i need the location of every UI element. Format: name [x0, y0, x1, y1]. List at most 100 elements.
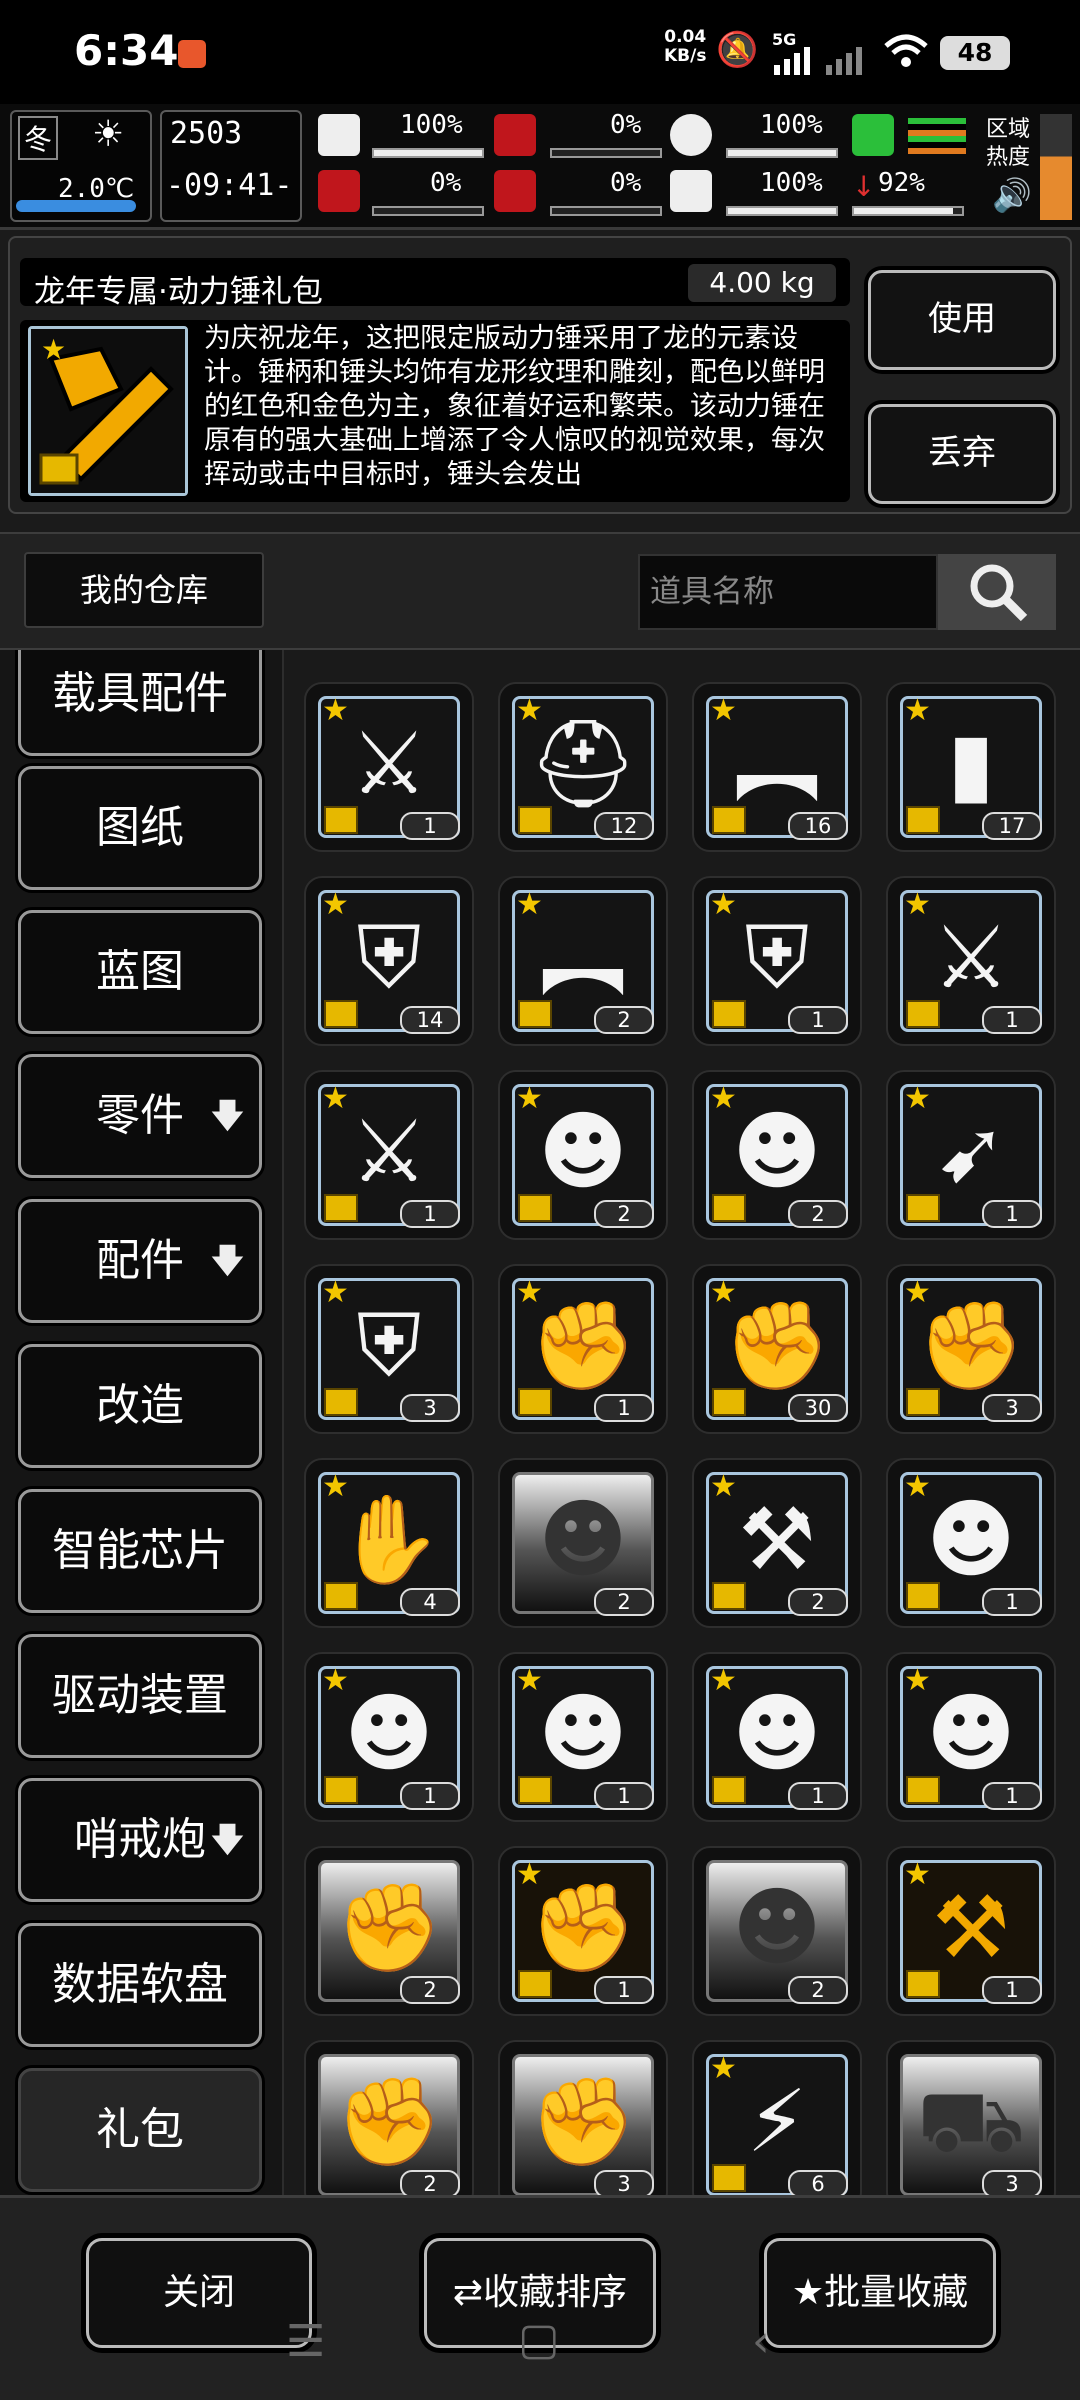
inventory-item[interactable]: ⚔ ★ 1 — [304, 682, 474, 852]
inventory-item[interactable]: ⛑ ★ 12 — [498, 682, 668, 852]
item-count: 1 — [400, 1782, 460, 1810]
status-bar: 6:34 0.04 KB/s 🔕 5G 48 — [0, 0, 1080, 104]
item-count: 17 — [982, 812, 1042, 840]
category-label: 礼包 — [96, 2104, 184, 2155]
inventory-item[interactable]: ⛨ ★ 3 — [304, 1264, 474, 1434]
category-item[interactable]: 零件 🡇 — [18, 1054, 262, 1178]
inventory-item[interactable]: ☻ 2 — [498, 1458, 668, 1628]
infection-value: 0% — [430, 168, 462, 198]
back-nav-icon[interactable]: ‹ — [752, 2316, 770, 2367]
inventory-item[interactable]: ⚔ ★ 1 — [304, 1070, 474, 1240]
item-count: 1 — [788, 1782, 848, 1810]
close-button[interactable]: 关闭 — [86, 2238, 312, 2348]
inventory-item[interactable]: ✊ ★ 30 — [692, 1264, 862, 1434]
item-grid[interactable]: ⚔ ★ 1 ⛑ ★ 12 ︻ ★ 16 ▮ ★ 17 ⛨ ★ 14 ︻ ★ 2 ⛨ ★ 1 ⚔ ★ 1 ⚔ ★ 1 ☻ ★ 2 ☻ ★ 2 ➹ ★ 1… — [282, 650, 1080, 2195]
favorite-star-icon: ★ — [710, 693, 737, 728]
batch-favorite-button[interactable]: ★批量收藏 — [764, 2238, 996, 2348]
inventory-item[interactable]: ☻ ★ 1 — [886, 1458, 1056, 1628]
game-clock: -09:41- — [166, 168, 293, 203]
discard-button[interactable]: 丢弃 — [868, 404, 1056, 504]
game-hud: 冬 ☀ 2.0℃ 2503 -09:41- 100% 0% 0% 0% 100%… — [0, 104, 1080, 230]
blood-bar — [550, 206, 662, 216]
inventory-item[interactable]: ⛟ 3 — [886, 2040, 1056, 2195]
inventory-item[interactable]: ✊ ★ 3 — [886, 1264, 1056, 1434]
inventory-item[interactable]: ✊ 3 — [498, 2040, 668, 2195]
category-item[interactable]: 图纸 — [18, 766, 262, 890]
inventory-item[interactable]: ▮ ★ 17 — [886, 682, 1056, 852]
favorite-star-icon: ★ — [710, 1469, 737, 1504]
inventory-item[interactable]: ✊ 2 — [304, 2040, 474, 2195]
inventory-item[interactable]: ✊ 2 — [304, 1846, 474, 2016]
search-button[interactable] — [938, 554, 1056, 630]
category-item[interactable]: 智能芯片 — [18, 1489, 262, 1613]
category-item[interactable]: 礼包 — [18, 2068, 262, 2192]
day-counter: 2503 — [170, 116, 243, 151]
item-count: 3 — [982, 1394, 1042, 1422]
warehouse-header: 我的仓库 道具名称 — [0, 532, 1080, 650]
favorite-star-icon: ★ — [516, 1663, 543, 1698]
net-speed-value: 0.04 — [664, 27, 707, 47]
speaker-icon[interactable]: 🔊 — [992, 176, 1032, 214]
inventory-item[interactable]: ︻ ★ 2 — [498, 876, 668, 1046]
item-count: 3 — [982, 2170, 1042, 2195]
gift-box-icon — [712, 1194, 746, 1222]
category-item[interactable]: 数据软盘 — [18, 1923, 262, 2047]
item-count: 3 — [594, 2170, 654, 2195]
inventory-item[interactable]: ☻ 2 — [692, 1846, 862, 2016]
inventory-item[interactable]: ☻ ★ 2 — [498, 1070, 668, 1240]
inventory-item[interactable]: ✋ ★ 4 — [304, 1458, 474, 1628]
home-nav-icon[interactable]: ▢ — [518, 2314, 560, 2365]
net-speed: 0.04 KB/s — [664, 28, 706, 66]
category-item[interactable]: 载具配件 — [18, 650, 262, 756]
inventory-item[interactable]: ⛨ ★ 1 — [692, 876, 862, 1046]
favorite-star-icon: ★ — [904, 1857, 931, 1892]
category-label: 图纸 — [96, 802, 184, 853]
category-sidebar[interactable]: 载具配件 图纸 蓝图 零件 🡇 配件 🡇 改造 智能芯片 驱动装置 哨戒炮 🡇 数据软盘 礼包 — [0, 650, 282, 2195]
inventory-item[interactable]: ︻ ★ 16 — [692, 682, 862, 852]
search-input[interactable]: 道具名称 — [638, 554, 938, 630]
category-item[interactable]: 改造 — [18, 1344, 262, 1468]
sun-icon: ☀ — [92, 114, 125, 155]
item-count: 1 — [982, 1200, 1042, 1228]
stomach-icon — [494, 114, 536, 156]
inventory-item[interactable]: ☻ ★ 1 — [498, 1652, 668, 1822]
category-item[interactable]: 蓝图 — [18, 910, 262, 1034]
category-item[interactable]: 配件 🡇 — [18, 1199, 262, 1323]
bottom-action-bar: 关闭 ⇄收藏排序 ★批量收藏 ☰ ▢ ‹ — [0, 2195, 1080, 2400]
inventory-item[interactable]: ⚡ ★ 6 — [692, 2040, 862, 2195]
inventory-item[interactable]: ☻ ★ 1 — [304, 1652, 474, 1822]
inventory-item[interactable]: ⛨ ★ 14 — [304, 876, 474, 1046]
stamina-bar — [852, 206, 964, 216]
favorite-star-icon: ★ — [322, 1275, 349, 1310]
item-count: 1 — [982, 1976, 1042, 2004]
inventory-item[interactable]: ☻ ★ 1 — [692, 1652, 862, 1822]
gift-box-icon — [906, 806, 940, 834]
inventory-item[interactable]: ✊ ★ 1 — [498, 1846, 668, 2016]
inventory-item[interactable]: ⚒ ★ 1 — [886, 1846, 1056, 2016]
stomach-value: 0% — [610, 110, 642, 140]
expand-arrow-icon: 🡇 — [210, 1096, 245, 1136]
virus-icon — [318, 170, 360, 212]
water-bottle-icon — [670, 114, 712, 156]
inventory-item[interactable]: ☻ ★ 1 — [886, 1652, 1056, 1822]
use-button[interactable]: 使用 — [868, 270, 1056, 370]
category-item[interactable]: 哨戒炮 🡇 — [18, 1778, 262, 1902]
item-glyph: ✊ — [335, 1878, 443, 1978]
favorite-star-icon: ★ — [710, 1663, 737, 1698]
warehouse-tab[interactable]: 我的仓库 — [24, 552, 264, 628]
inventory-item[interactable]: ⚔ ★ 1 — [886, 876, 1056, 1046]
inventory-item[interactable]: ⚒ ★ 2 — [692, 1458, 862, 1628]
inventory-item[interactable]: ➹ ★ 1 — [886, 1070, 1056, 1240]
menu-nav-icon[interactable]: ☰ — [286, 2316, 325, 2367]
clock-time: 6:34 — [74, 26, 179, 75]
item-weight: 4.00 kg — [688, 264, 836, 302]
category-label: 改造 — [96, 1380, 184, 1431]
inventory-item[interactable]: ✊ ★ 1 — [498, 1264, 668, 1434]
item-count: 2 — [400, 2170, 460, 2195]
item-description-box[interactable]: ★ 为庆祝龙年，这把限定版动力锤采用了龙的元素设计。锤柄和锤头均饰有龙形纹理和雕… — [20, 320, 850, 502]
stomach-bar — [550, 148, 662, 158]
item-count: 1 — [788, 1006, 848, 1034]
inventory-item[interactable]: ☻ ★ 2 — [692, 1070, 862, 1240]
category-label: 配件 — [96, 1235, 184, 1286]
category-item[interactable]: 驱动装置 — [18, 1634, 262, 1758]
